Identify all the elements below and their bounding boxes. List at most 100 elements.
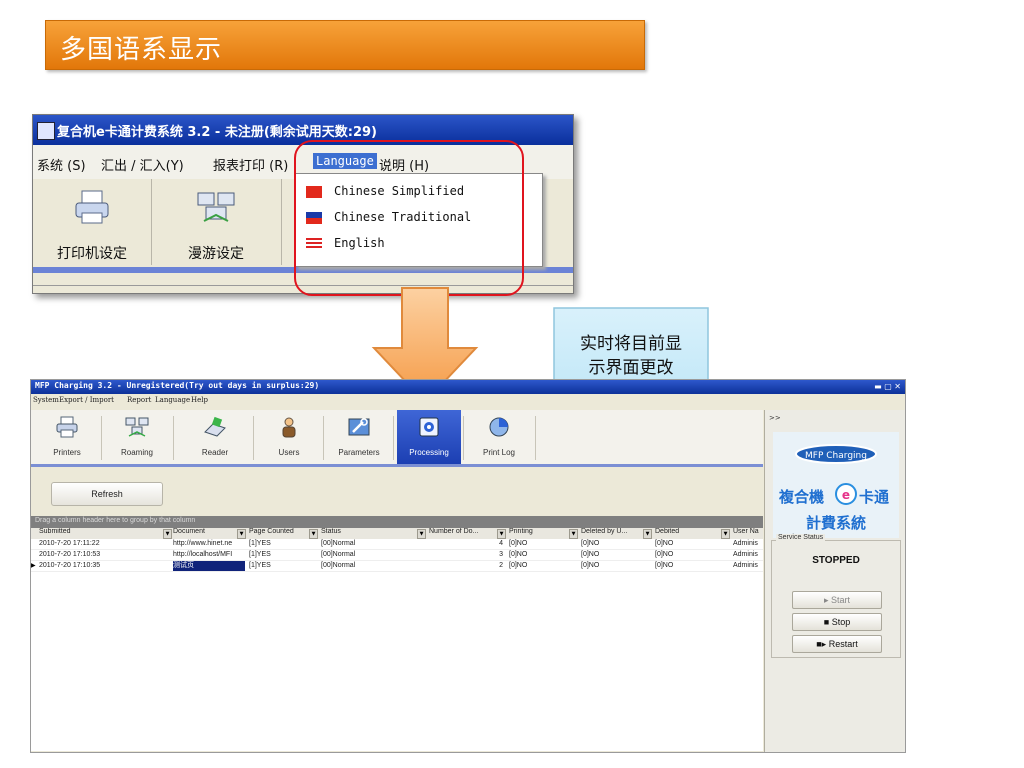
window-controls[interactable]: ▬ ▢ ✕ [874, 382, 901, 391]
reader-button[interactable]: Reader [183, 410, 247, 464]
cell-deleted: [0]NO [581, 562, 600, 569]
col-submitted[interactable]: Submitted [39, 528, 169, 539]
service-status-value: STOPPED [812, 555, 860, 566]
menu-help[interactable]: Help [191, 396, 208, 404]
col-debited[interactable]: Debited [655, 528, 709, 539]
cell-printing: [0]NO [509, 540, 528, 547]
logo-left-text: 複合機 [778, 488, 824, 506]
printers-button[interactable]: Printers [35, 410, 99, 464]
roaming-setup-label: 漫游设定 [188, 246, 244, 262]
toolbar-separator [253, 416, 254, 460]
cell-status: [00]Normal [321, 540, 356, 547]
cell-document: http://www.hinet.ne [173, 540, 233, 547]
users-label: Users [278, 448, 300, 457]
col-number-of-docs[interactable]: Number of Do... [429, 528, 495, 539]
col-status[interactable]: Status [321, 528, 411, 539]
roaming-button[interactable]: Roaming [105, 410, 169, 464]
callout-text: 实时将目前显 示界面更改 [555, 332, 707, 380]
stop-icon: ■ [823, 617, 832, 627]
tools-icon [348, 418, 370, 436]
filter-dropdown-icon[interactable]: ▼ [237, 529, 246, 539]
toolbar-separator [393, 416, 394, 460]
roaming-icon [197, 192, 235, 222]
cell-printing: [0]NO [509, 551, 528, 558]
roaming-icon [125, 417, 149, 437]
refresh-button[interactable]: Refresh [51, 482, 163, 506]
cell-status: [00]Normal [321, 551, 356, 558]
cell-number-of-docs: 4 [499, 540, 503, 547]
processing-label: Processing [409, 448, 449, 457]
cell-user-name: Adminis [733, 562, 758, 569]
start-button[interactable]: ▸ Start [792, 591, 882, 609]
printer-setup-button[interactable]: 打印机设定 [33, 179, 152, 265]
col-document[interactable]: Document [173, 528, 233, 539]
menu-export-import[interactable]: Export / Import [59, 396, 114, 404]
mfp-charging-logo: MFP Charging 複合機 e 卡通 計費系統 [773, 432, 899, 538]
logo-right-text: 卡通 [859, 488, 889, 506]
pie-chart-icon [489, 417, 509, 437]
filter-dropdown-icon[interactable]: ▼ [163, 529, 172, 539]
menu-language[interactable]: Language [155, 396, 190, 404]
card-reader-icon [204, 416, 226, 437]
table-row[interactable]: 2010-7-20 17:10:53 http://localhost/MFI … [31, 550, 763, 561]
service-side-panel: >> MFP Charging 複合機 e 卡通 計費系統 Service St… [764, 410, 905, 752]
restart-button[interactable]: ■▸ Restart [792, 635, 882, 653]
menu-report[interactable]: Report [127, 396, 151, 404]
toolbar-underline [31, 464, 763, 467]
svg-text:e: e [842, 488, 850, 502]
cell-page-counted: [1]YES [249, 562, 271, 569]
col-user-name[interactable]: User Na [733, 528, 763, 539]
col-printing[interactable]: Printing [509, 528, 561, 539]
callout-line1: 实时将目前显 [580, 334, 682, 354]
roaming-setup-button[interactable]: 漫游设定 [151, 179, 282, 265]
filter-dropdown-icon[interactable]: ▼ [309, 529, 318, 539]
col-deleted-by-user[interactable]: Deleted by U... [581, 528, 639, 539]
menu-export-import-cn[interactable]: 汇出 / 汇入(Y) [101, 155, 184, 174]
table-row[interactable]: 2010-7-20 17:11:22 http://www.hinet.ne [… [31, 539, 763, 550]
cell-document-selected: 测试页 [173, 561, 245, 571]
cell-submitted: 2010-7-20 17:10:35 [39, 562, 101, 569]
users-button[interactable]: Users [257, 410, 321, 464]
roaming-label: Roaming [120, 448, 153, 457]
cell-user-name: Adminis [733, 551, 758, 558]
restart-icon: ■▸ [816, 639, 829, 649]
bottom-window-title: MFP Charging 3.2 - Unregistered(Try out … [35, 381, 320, 390]
cell-page-counted: [1]YES [249, 540, 271, 547]
filter-dropdown-icon[interactable]: ▼ [721, 529, 730, 539]
print-log-button[interactable]: Print Log [467, 410, 531, 464]
printer-setup-label: 打印机设定 [57, 246, 127, 262]
app-icon [37, 122, 55, 140]
restart-label: Restart [828, 639, 858, 649]
filter-dropdown-icon[interactable]: ▼ [497, 529, 506, 539]
cell-page-counted: [1]YES [249, 551, 271, 558]
menu-system[interactable]: System [33, 396, 59, 404]
menu-system-cn[interactable]: 系统 (S) [37, 155, 86, 174]
menu-report-cn[interactable]: 报表打印 (R) [213, 155, 288, 174]
table-row-selected[interactable]: ▶ 2010-7-20 17:10:35 测试页 [1]YES [00]Norm… [31, 561, 763, 572]
service-status-group: Service Status STOPPED ▸ Start ■ Stop ■▸… [771, 534, 901, 658]
filter-dropdown-icon[interactable]: ▼ [569, 529, 578, 539]
toolbar-separator [323, 416, 324, 460]
cell-user-name: Adminis [733, 540, 758, 547]
col-page-counted[interactable]: Page Counted [249, 528, 307, 539]
collapse-panel-button[interactable]: >> [769, 414, 781, 422]
title-banner: 多国语系显示 [45, 20, 645, 70]
cell-status: [00]Normal [321, 562, 356, 569]
print-log-label: Print Log [482, 448, 516, 457]
cell-printing: [0]NO [509, 562, 528, 569]
parameters-button[interactable]: Parameters [327, 410, 391, 464]
filter-dropdown-icon[interactable]: ▼ [417, 529, 426, 539]
start-label: Start [831, 595, 851, 605]
grid-body: 2010-7-20 17:11:22 http://www.hinet.ne [… [31, 539, 763, 751]
play-icon: ▸ [823, 595, 831, 605]
parameters-label: Parameters [338, 448, 380, 457]
service-status-legend: Service Status [776, 534, 826, 541]
processing-button[interactable]: Processing [397, 410, 461, 464]
logo-bottom-text: 計費系統 [806, 514, 866, 532]
cell-number-of-docs: 3 [499, 551, 503, 558]
toolbar-separator [101, 416, 102, 460]
filter-dropdown-icon[interactable]: ▼ [643, 529, 652, 539]
group-by-area[interactable]: Drag a column header here to group by th… [31, 516, 763, 528]
cell-deleted: [0]NO [581, 551, 600, 558]
stop-button[interactable]: ■ Stop [792, 613, 882, 631]
